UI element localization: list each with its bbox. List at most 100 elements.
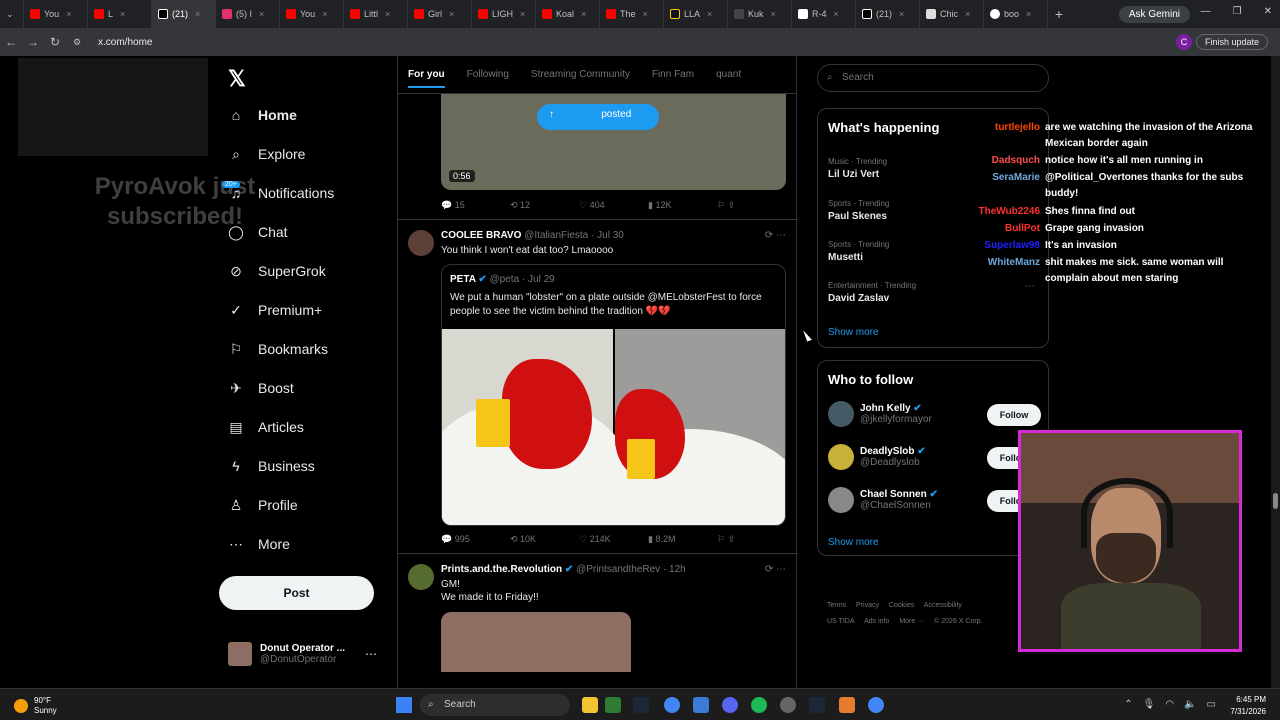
follow-suggestion[interactable]: Chael Sonnen ✔ @ChaelSonnen xyxy=(828,487,938,513)
close-icon[interactable]: × xyxy=(1026,9,1031,19)
follow-suggestion[interactable]: John Kelly ✔ @jkellyformayor xyxy=(828,401,932,427)
close-window-icon[interactable]: ✕ xyxy=(1264,6,1272,17)
spotify-icon[interactable] xyxy=(751,697,767,713)
microphone-icon[interactable]: 🎙 xyxy=(1143,699,1156,710)
like-button[interactable]: ♡ 404 xyxy=(579,200,648,211)
minimize-icon[interactable]: — xyxy=(1201,6,1211,17)
reply-button[interactable]: 💬 995 xyxy=(441,534,510,545)
footer-link[interactable]: Accessibility xyxy=(924,602,962,609)
scrollbar[interactable] xyxy=(1271,56,1280,688)
steam-icon[interactable] xyxy=(633,697,649,713)
show-more-link[interactable]: Show more xyxy=(828,537,879,548)
nav-premium[interactable]: ✓ Premium+ xyxy=(228,302,322,318)
footer-link[interactable]: Terms xyxy=(827,602,846,609)
close-icon[interactable]: × xyxy=(581,9,586,19)
browser-tab[interactable]: L × xyxy=(88,0,152,28)
browser-tab[interactable]: (5) I × xyxy=(216,0,280,28)
post-button[interactable]: Post xyxy=(219,576,374,610)
browser-tab[interactable]: boo × xyxy=(984,0,1048,28)
footer-link[interactable]: Cookies xyxy=(889,602,914,609)
file-explorer-icon[interactable] xyxy=(582,697,598,713)
app-icon[interactable] xyxy=(605,697,621,713)
close-icon[interactable]: × xyxy=(322,9,327,19)
tweet-author[interactable]: COOLEE BRAVO @ItalianFiesta · Jul 30 xyxy=(441,230,624,241)
chrome-icon[interactable] xyxy=(664,697,680,713)
search-input[interactable]: ⌕ Search xyxy=(817,64,1049,92)
repost-button[interactable]: ⟲ 12 xyxy=(510,200,579,211)
like-button[interactable]: ♡ 214K xyxy=(579,534,648,545)
profile-avatar[interactable]: C xyxy=(1176,34,1192,50)
nav-explore[interactable]: ⌕ Explore xyxy=(228,146,305,162)
ask-gemini-button[interactable]: Ask Gemini xyxy=(1118,5,1190,23)
footer-link[interactable]: Ads info xyxy=(864,618,889,625)
trend-item[interactable]: Sports · Trending Musetti xyxy=(828,240,889,263)
browser-tab[interactable]: You × xyxy=(280,0,344,28)
browser-tab[interactable]: LIGH × xyxy=(472,0,536,28)
more-icon[interactable]: ⋯ xyxy=(1025,281,1035,292)
avatar[interactable] xyxy=(408,230,434,256)
taskbar-search[interactable]: ⌕ Search xyxy=(420,694,570,716)
x-logo-icon[interactable]: 𝕏 xyxy=(228,66,246,92)
nav-home[interactable]: ⌂ Home xyxy=(228,107,297,123)
repost-button[interactable]: ⟲ 10K xyxy=(510,534,579,545)
tab-quant[interactable]: quant xyxy=(716,69,741,80)
close-icon[interactable]: × xyxy=(195,9,200,19)
footer-link[interactable]: Privacy xyxy=(856,602,879,609)
more-icon[interactable]: ⋯ xyxy=(365,647,377,661)
battery-icon[interactable]: ▭ xyxy=(1207,699,1216,710)
close-icon[interactable]: × xyxy=(643,9,648,19)
close-icon[interactable]: × xyxy=(66,9,71,19)
close-icon[interactable]: × xyxy=(965,9,970,19)
close-icon[interactable]: × xyxy=(707,9,712,19)
browser-tab[interactable]: Girl × xyxy=(408,0,472,28)
browser-tab[interactable]: Kuk × xyxy=(728,0,792,28)
app-icon[interactable] xyxy=(839,697,855,713)
start-button[interactable] xyxy=(396,697,412,713)
close-icon[interactable]: × xyxy=(259,9,264,19)
tab-list-button[interactable]: ⌄ xyxy=(0,0,24,28)
browser-tab[interactable]: LLA × xyxy=(664,0,728,28)
browser-tab[interactable]: R-4 × xyxy=(792,0,856,28)
clock[interactable]: 6:45 PM 7/31/2026 xyxy=(1230,694,1266,718)
back-icon[interactable]: ← xyxy=(0,35,22,49)
wifi-icon[interactable]: ◠ xyxy=(1165,699,1174,710)
scrollbar-thumb[interactable] xyxy=(1273,493,1278,509)
steam-icon[interactable] xyxy=(809,697,825,713)
bookmark-icon[interactable]: ⚐ ⇪ xyxy=(717,534,786,545)
close-icon[interactable]: × xyxy=(834,9,839,19)
new-posts-button[interactable]: ↑ posted xyxy=(537,104,659,130)
avatar[interactable] xyxy=(408,564,434,590)
trend-item[interactable]: Music · Trending Lil Uzi Vert xyxy=(828,157,887,180)
nav-business[interactable]: ϟ Business xyxy=(228,458,315,474)
reload-icon[interactable]: ↻ xyxy=(44,35,66,49)
tab-streaming-community[interactable]: Streaming Community xyxy=(531,69,630,80)
app-icon[interactable] xyxy=(780,697,796,713)
follow-suggestion[interactable]: DeadlySlob ✔ @Deadlyslob xyxy=(828,444,926,470)
footer-link[interactable]: US TIDA xyxy=(827,618,855,625)
lobster-image-2[interactable] xyxy=(575,329,785,525)
tab-following[interactable]: Following xyxy=(467,69,509,80)
bookmark-icon[interactable]: ⚐ ⇪ xyxy=(717,200,786,211)
follow-button[interactable]: Follow xyxy=(987,404,1041,426)
site-info-icon[interactable]: ⚙ xyxy=(66,37,88,48)
nav-bookmarks[interactable]: ⚐ Bookmarks xyxy=(228,341,328,357)
close-icon[interactable]: × xyxy=(120,9,125,19)
trend-item[interactable]: Entertainment · Trending David Zaslav xyxy=(828,281,916,304)
browser-tab[interactable]: The × xyxy=(600,0,664,28)
nav-articles[interactable]: ▤ Articles xyxy=(228,419,304,435)
browser-tab[interactable]: You × xyxy=(24,0,88,28)
browser-tab[interactable]: Littl × xyxy=(344,0,408,28)
mountain-image[interactable] xyxy=(441,612,631,672)
nav-more[interactable]: ⋯ More xyxy=(228,536,290,552)
more-icon[interactable]: ⟳ ⋯ xyxy=(765,564,786,575)
quoted-tweet[interactable]: PETA ✔ @peta · Jul 29 We put a human "lo… xyxy=(441,264,786,526)
volume-icon[interactable]: 🔈 xyxy=(1184,699,1196,710)
tab-finn-fam[interactable]: Finn Fam xyxy=(652,69,694,80)
restore-icon[interactable]: ❐ xyxy=(1233,6,1242,17)
tweet-card[interactable]: COOLEE BRAVO @ItalianFiesta · Jul 30 ⟳ ⋯… xyxy=(398,219,798,553)
more-icon[interactable]: ⟳ ⋯ xyxy=(765,230,786,241)
nav-notifications[interactable]: ♫ Notifications xyxy=(228,185,335,201)
browser-tab[interactable]: Chic × xyxy=(920,0,984,28)
show-more-link[interactable]: Show more xyxy=(828,327,879,338)
footer-link[interactable]: More ··· xyxy=(899,618,924,625)
